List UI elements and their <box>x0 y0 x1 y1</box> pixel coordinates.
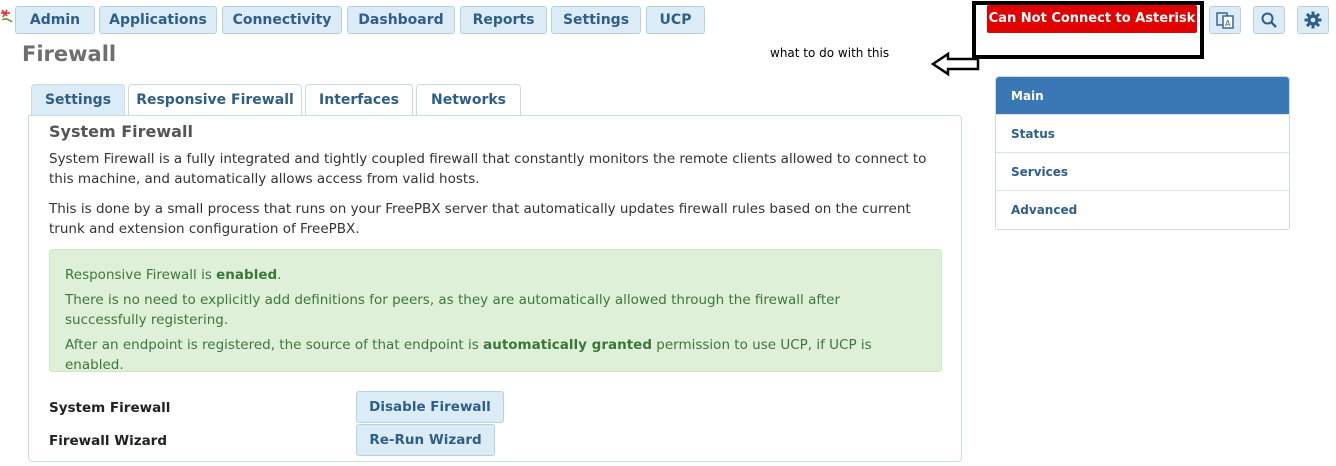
nav-settings[interactable]: Settings <box>551 6 641 34</box>
nav-dashboard[interactable]: Dashboard <box>347 6 455 34</box>
page-title: Firewall <box>22 42 117 66</box>
side-menu-advanced[interactable]: Advanced <box>996 191 1289 229</box>
settings-panel: System Firewall System Firewall is a ful… <box>28 115 962 462</box>
status-notice: Responsive Firewall is enabled. There is… <box>49 249 942 373</box>
language-button[interactable]: A <box>1209 6 1241 34</box>
notice-peers-line: There is no need to explicitly add defin… <box>65 292 841 328</box>
tab-settings[interactable]: Settings <box>31 84 125 117</box>
svg-text:A: A <box>1225 19 1231 28</box>
search-button[interactable] <box>1253 6 1285 34</box>
settings-button[interactable] <box>1297 6 1329 34</box>
nav-ucp[interactable]: UCP <box>646 6 705 34</box>
enabled-status: enabled <box>216 267 278 283</box>
system-firewall-label: System Firewall <box>49 400 171 416</box>
notice-endpoint-line: After an endpoint is registered, the sou… <box>65 337 872 373</box>
side-menu-status[interactable]: Status <box>996 115 1289 153</box>
rerun-wizard-button[interactable]: Re-Run Wizard <box>356 424 495 456</box>
asterisk-connection-alert-button[interactable]: Can Not Connect to Asterisk <box>987 5 1197 33</box>
annotation-text: what to do with this <box>770 46 890 60</box>
nav-admin[interactable]: Admin <box>15 6 95 34</box>
section-title: System Firewall <box>49 122 193 141</box>
tab-responsive-firewall[interactable]: Responsive Firewall <box>128 84 302 116</box>
notice-enabled-line: Responsive Firewall is enabled. <box>65 267 282 283</box>
nav-reports[interactable]: Reports <box>460 6 547 34</box>
freepbx-logo-icon <box>1 9 13 23</box>
annotation-arrow-icon <box>930 51 980 77</box>
translate-icon: A <box>1216 12 1234 29</box>
description-paragraph-1: System Firewall is a fully integrated an… <box>49 151 927 187</box>
tab-networks[interactable]: Networks <box>416 84 521 116</box>
top-navigation-bar: Admin Applications Connectivity Dashboar… <box>0 0 1336 38</box>
side-menu: Main Status Services Advanced <box>995 76 1290 230</box>
description-paragraph-2: This is done by a small process that run… <box>49 201 911 237</box>
tab-interfaces[interactable]: Interfaces <box>305 84 413 116</box>
side-menu-main[interactable]: Main <box>996 77 1289 115</box>
firewall-wizard-label: Firewall Wizard <box>49 433 168 449</box>
nav-connectivity[interactable]: Connectivity <box>222 6 342 34</box>
disable-firewall-button[interactable]: Disable Firewall <box>356 391 504 423</box>
side-menu-services[interactable]: Services <box>996 153 1289 191</box>
gear-icon <box>1304 11 1322 29</box>
nav-applications[interactable]: Applications <box>99 6 217 34</box>
search-icon <box>1261 12 1277 28</box>
